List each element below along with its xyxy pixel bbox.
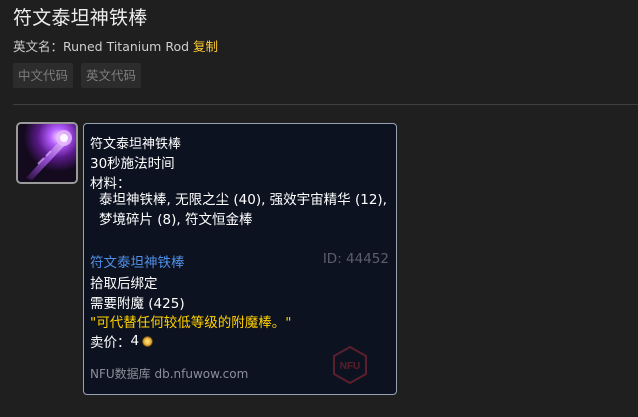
svg-text:NFU: NFU: [340, 361, 361, 372]
tooltip-item-link[interactable]: 符文泰坦神铁棒: [90, 251, 185, 271]
tooltip-materials-list: 泰坦神铁棒, 无限之尘 (40), 强效宇宙精华 (12), 梦境碎片 (8),…: [99, 192, 387, 228]
sell-price-label: 卖价：: [90, 335, 131, 351]
tooltip-cast-time: 30秒施法时间: [90, 156, 175, 172]
item-icon[interactable]: [16, 122, 78, 184]
tooltip-requirement: 需要附魔 (425): [90, 296, 185, 312]
english-name-row: 英文名：Runed Titanium Rod 复制: [13, 36, 218, 55]
tooltip-item-id: ID: 44452: [322, 251, 389, 267]
tooltip-item-name: 符文泰坦神铁棒: [90, 137, 182, 152]
copper-coin-icon: [142, 335, 153, 347]
tooltip-flavor-text: "可代替任何较低等级的附魔棒。": [90, 315, 292, 331]
copy-button[interactable]: 复制: [193, 39, 218, 54]
tooltip-footer-source: NFU数据库 db.nfuwow.com: [90, 367, 249, 381]
nfu-logo-watermark-icon: NFU: [333, 345, 367, 385]
code-tabs: 中文代码 英文代码: [13, 63, 142, 88]
english-name-value: Runed Titanium Rod: [63, 39, 190, 54]
item-tooltip: 符文泰坦神铁棒 30秒施法时间 材料： 泰坦神铁棒, 无限之尘 (40), 强效…: [83, 123, 397, 395]
tab-chinese-code[interactable]: 中文代码: [13, 63, 74, 88]
item-page: 符文泰坦神铁棒 英文名：Runed Titanium Rod 复制 中文代码 英文…: [0, 0, 638, 417]
section-divider: [13, 104, 638, 105]
tooltip-materials-label: 材料：: [90, 176, 131, 192]
english-name-label: 英文名：: [13, 39, 64, 54]
tooltip-binding: 拾取后绑定: [90, 276, 158, 292]
tab-english-code[interactable]: 英文代码: [81, 63, 142, 88]
page-title: 符文泰坦神铁棒: [13, 7, 148, 29]
tooltip-sell-price: 卖价： 4: [90, 331, 153, 351]
rod-icon: [18, 124, 76, 182]
sell-price-value: 4: [130, 333, 140, 349]
